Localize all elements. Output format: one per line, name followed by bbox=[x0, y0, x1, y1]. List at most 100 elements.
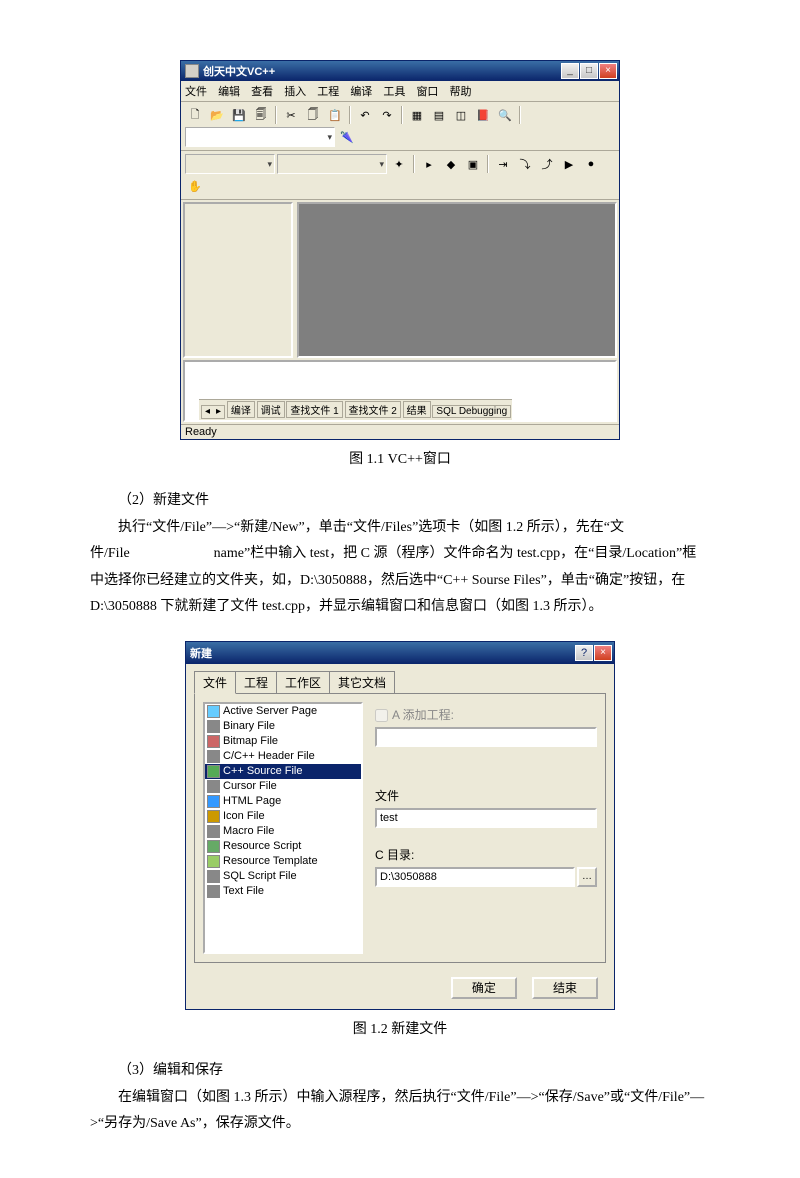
filename-input[interactable] bbox=[375, 808, 597, 828]
add-to-project-label: A 添加工程: bbox=[392, 708, 454, 722]
tab-projects[interactable]: 工程 bbox=[235, 671, 277, 693]
file-type-item[interactable]: C/C++ Header File bbox=[205, 749, 361, 764]
dlg-titlebar: 新建 ? × bbox=[186, 642, 614, 664]
step-icon[interactable]: ⇥ bbox=[493, 154, 513, 174]
file-type-label: Active Server Page bbox=[223, 705, 317, 717]
menu-item[interactable]: 窗口 bbox=[416, 86, 438, 98]
wand-icon[interactable]: ✦ bbox=[389, 154, 409, 174]
find-combo[interactable] bbox=[185, 127, 335, 147]
file-type-label: HTML Page bbox=[223, 795, 281, 807]
file-type-label: Binary File bbox=[223, 720, 275, 732]
menu-item[interactable]: 查看 bbox=[251, 86, 273, 98]
copy-icon[interactable]: 🗍 bbox=[303, 105, 323, 125]
separator bbox=[487, 155, 489, 173]
separator bbox=[275, 106, 277, 124]
compile-icon[interactable]: ▣ bbox=[463, 154, 483, 174]
file-type-icon bbox=[207, 810, 220, 823]
ok-button[interactable]: 确定 bbox=[451, 977, 517, 999]
file-type-item[interactable]: Macro File bbox=[205, 824, 361, 839]
cut-icon[interactable]: ✂ bbox=[281, 105, 301, 125]
menu-item[interactable]: 编译 bbox=[350, 86, 372, 98]
build-icon[interactable]: ◆ bbox=[441, 154, 461, 174]
cancel-button[interactable]: 结束 bbox=[532, 977, 598, 999]
browse-button[interactable]: … bbox=[577, 867, 597, 887]
separator bbox=[413, 155, 415, 173]
file-type-item[interactable]: Bitmap File bbox=[205, 734, 361, 749]
menu-item[interactable]: 文件 bbox=[185, 86, 207, 98]
output-icon[interactable]: ▤ bbox=[429, 105, 449, 125]
file-type-item[interactable]: Cursor File bbox=[205, 779, 361, 794]
file-type-label: Bitmap File bbox=[223, 735, 278, 747]
stepout-icon[interactable]: ⤴ bbox=[537, 154, 557, 174]
file-type-item[interactable]: Resource Script bbox=[205, 839, 361, 854]
file-type-icon bbox=[207, 885, 220, 898]
undo-icon[interactable]: ↶ bbox=[355, 105, 375, 125]
file-type-item[interactable]: C++ Source File bbox=[205, 764, 361, 779]
go-icon[interactable]: ▸ bbox=[419, 154, 439, 174]
output-tab[interactable]: SQL Debugging bbox=[432, 405, 511, 418]
file-type-label: Macro File bbox=[223, 825, 274, 837]
book-icon[interactable]: 📕 bbox=[473, 105, 493, 125]
menubar: 文件 编辑 查看 插入 工程 编译 工具 窗口 帮助 bbox=[181, 81, 619, 102]
file-type-label: Icon File bbox=[223, 810, 265, 822]
titlebar: 创天中文VC++ _ □ × bbox=[181, 61, 619, 81]
file-type-label: SQL Script File bbox=[223, 870, 297, 882]
menu-item[interactable]: 编辑 bbox=[218, 86, 240, 98]
file-type-label: Text File bbox=[223, 885, 264, 897]
dlg-close-button[interactable]: × bbox=[594, 645, 612, 661]
member-combo[interactable] bbox=[277, 154, 387, 174]
output-tab[interactable]: 调试 bbox=[257, 401, 285, 418]
window-icon[interactable]: ◫ bbox=[451, 105, 471, 125]
file-type-item[interactable]: HTML Page bbox=[205, 794, 361, 809]
new-dialog: 新建 ? × 文件工程工作区其它文档 Active Server Page Bin… bbox=[185, 641, 615, 1010]
project-combo bbox=[375, 727, 597, 747]
toolbar-2: ✦ ▸ ◆ ▣ ⇥ ⤵ ⤴ ▶ ● ✋ bbox=[181, 151, 619, 200]
output-tab[interactable]: 结果 bbox=[403, 401, 431, 418]
tab-files[interactable]: 文件 bbox=[194, 671, 236, 694]
output-tab[interactable]: 编译 bbox=[227, 401, 255, 418]
file-type-item[interactable]: Icon File bbox=[205, 809, 361, 824]
file-type-list[interactable]: Active Server Page Binary File Bitmap File… bbox=[203, 702, 363, 954]
file-type-label: Resource Template bbox=[223, 855, 318, 867]
hand-icon[interactable]: ✋ bbox=[185, 176, 205, 196]
file-type-icon bbox=[207, 705, 220, 718]
file-type-item[interactable]: SQL Script File bbox=[205, 869, 361, 884]
help-button[interactable]: ? bbox=[575, 645, 593, 661]
workspace-panel bbox=[183, 202, 293, 358]
search-icon[interactable]: 🌂 bbox=[337, 127, 357, 147]
paragraph-step2: 执行“文件/File”—>“新建/New”，单击“文件/Files”选项卡（如图… bbox=[90, 515, 710, 621]
file-type-icon bbox=[207, 780, 220, 793]
file-type-item[interactable]: Active Server Page bbox=[205, 704, 361, 719]
output-tab[interactable]: 查找文件 2 bbox=[345, 401, 401, 418]
run-icon[interactable]: ▶ bbox=[559, 154, 579, 174]
file-type-icon bbox=[207, 840, 220, 853]
open-icon[interactable]: 📂 bbox=[207, 105, 227, 125]
menu-item[interactable]: 插入 bbox=[284, 86, 306, 98]
location-input[interactable] bbox=[375, 867, 575, 887]
tab-other[interactable]: 其它文档 bbox=[329, 671, 395, 693]
file-type-label: Resource Script bbox=[223, 840, 301, 852]
new-icon[interactable]: 🗋 bbox=[185, 105, 205, 125]
breakpoint-icon[interactable]: ● bbox=[581, 154, 601, 174]
class-combo[interactable] bbox=[185, 154, 275, 174]
close-button[interactable]: × bbox=[599, 63, 617, 79]
figure-caption-2: 图 1.2 新建文件 bbox=[90, 1018, 710, 1038]
figure-new-dialog: 新建 ? × 文件工程工作区其它文档 Active Server Page Bin… bbox=[90, 641, 710, 1010]
find-icon[interactable]: 🔍 bbox=[495, 105, 515, 125]
file-type-item[interactable]: Text File bbox=[205, 884, 361, 899]
saveall-icon[interactable]: 🗐 bbox=[251, 105, 271, 125]
maximize-button[interactable]: □ bbox=[580, 63, 598, 79]
file-type-item[interactable]: Binary File bbox=[205, 719, 361, 734]
save-icon[interactable]: 💾 bbox=[229, 105, 249, 125]
workspace-icon[interactable]: ▦ bbox=[407, 105, 427, 125]
output-tab[interactable]: 查找文件 1 bbox=[286, 401, 342, 418]
paste-icon[interactable]: 📋 bbox=[325, 105, 345, 125]
file-type-item[interactable]: Resource Template bbox=[205, 854, 361, 869]
menu-item[interactable]: 工具 bbox=[383, 86, 405, 98]
minimize-button[interactable]: _ bbox=[561, 63, 579, 79]
stepover-icon[interactable]: ⤵ bbox=[515, 154, 535, 174]
menu-item[interactable]: 帮助 bbox=[450, 86, 472, 98]
tab-workspaces[interactable]: 工作区 bbox=[276, 671, 330, 693]
redo-icon[interactable]: ↷ bbox=[377, 105, 397, 125]
menu-item[interactable]: 工程 bbox=[317, 86, 339, 98]
